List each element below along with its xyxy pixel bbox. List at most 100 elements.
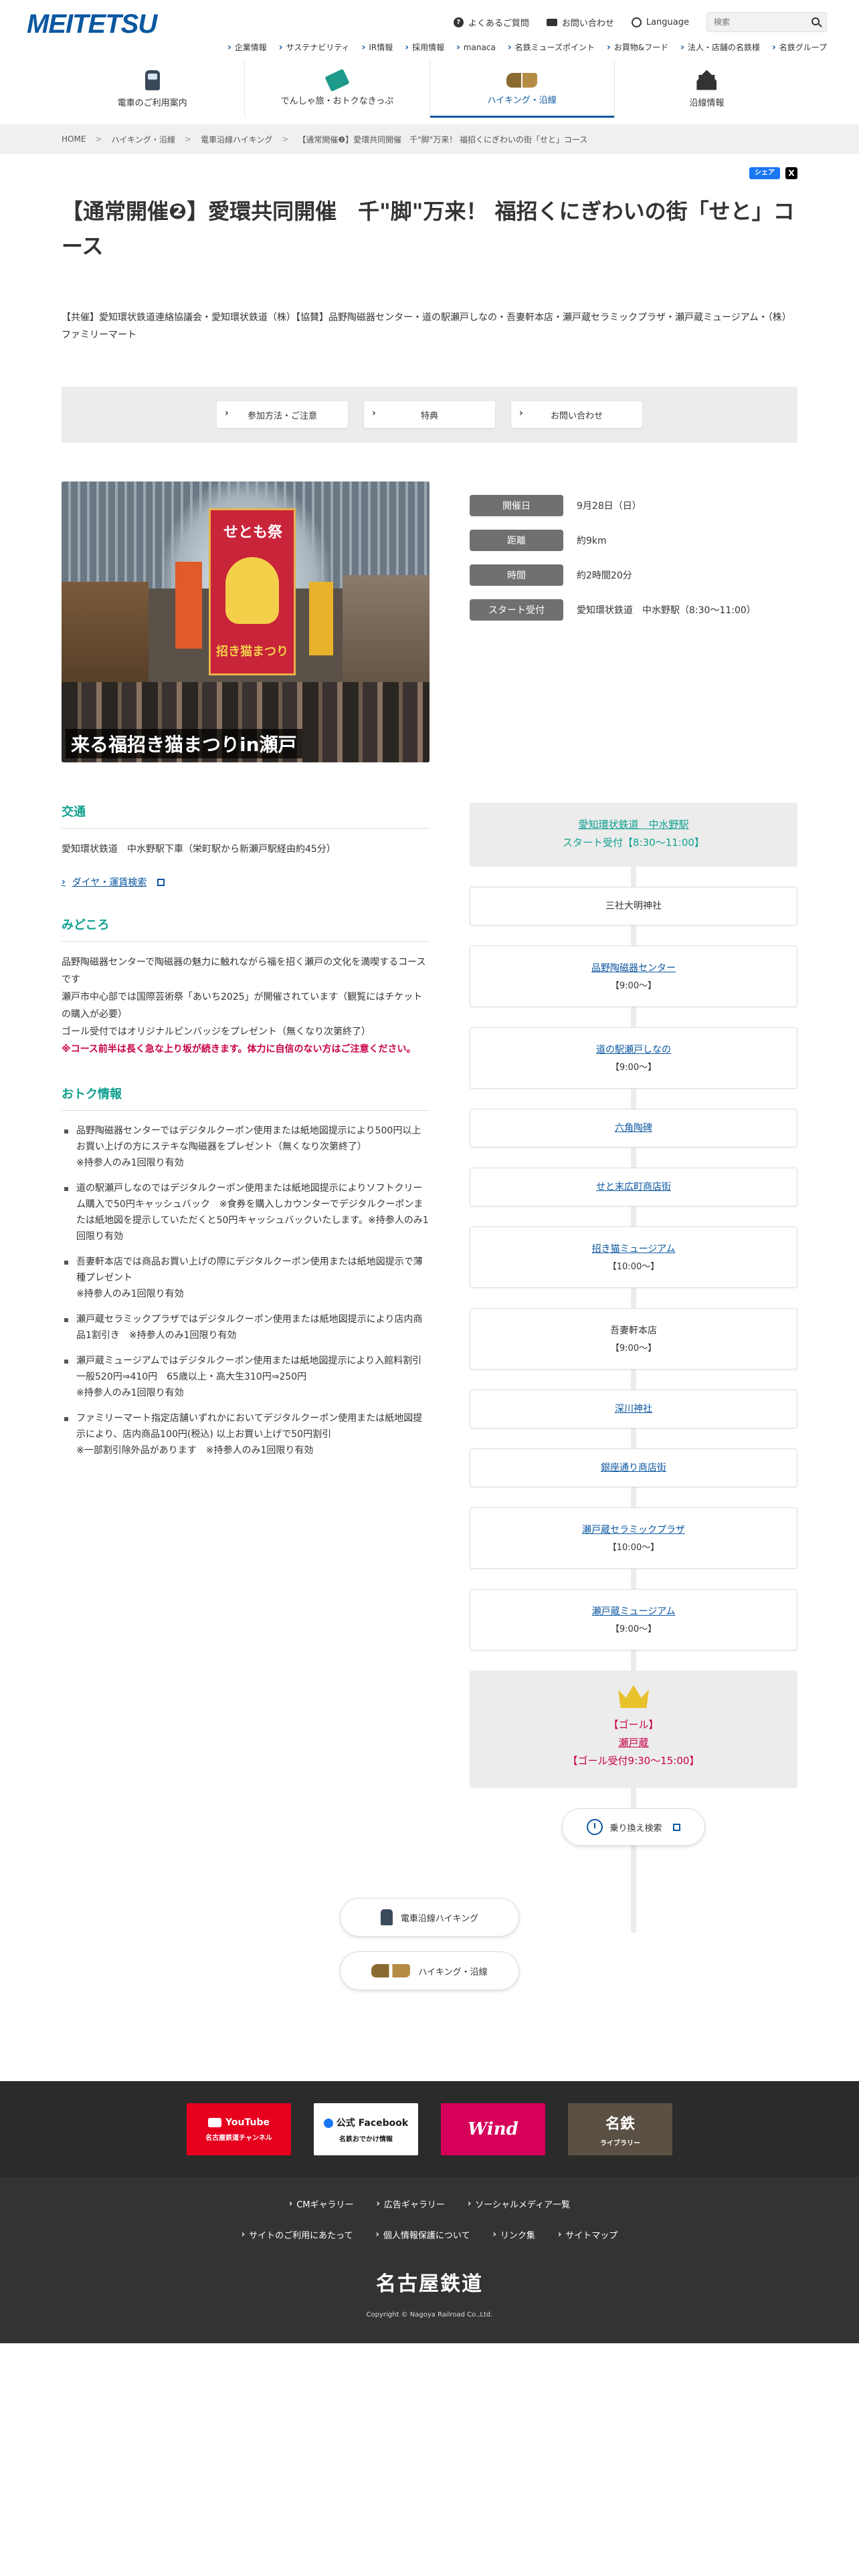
highlights-title: みどころ bbox=[62, 916, 430, 942]
library-banner[interactable]: 名鉄 ライブラリー bbox=[568, 2103, 672, 2155]
facebook-banner[interactable]: 公式 Facebook 名鉄おでかけ情報 bbox=[314, 2103, 418, 2155]
timetable-search-label: ダイヤ・運賃検索 bbox=[72, 877, 147, 888]
benefit-item: 道の駅瀬戸しなのではデジタルクーポン使用または紙地図提示によりソフトクリーム購入… bbox=[62, 1180, 430, 1245]
festival-flag bbox=[309, 582, 333, 655]
benefits-section: おトク情報 品野陶磁器センターではデジタルクーポン使用または紙地図提示により50… bbox=[62, 1085, 430, 1459]
youtube-banner-sub: 名古屋鉄道チャンネル bbox=[205, 2134, 272, 2142]
info-row-distance: 距離 約9km bbox=[470, 527, 797, 554]
sub-nav-group[interactable]: 名鉄グループ bbox=[772, 41, 827, 53]
globe-icon bbox=[631, 17, 642, 27]
highlight-line: ゴール受付ではオリジナルピンバッジをプレゼント（無くなり次第終了） bbox=[62, 1027, 371, 1037]
facebook-banner-title: 公式 Facebook bbox=[323, 2116, 408, 2129]
youtube-banner[interactable]: YouTube 名古屋鉄道チャンネル bbox=[187, 2103, 291, 2155]
anchor-contact[interactable]: お問い合わせ bbox=[511, 401, 642, 428]
transfer-search-button[interactable]: 乗り換え検索 bbox=[562, 1808, 705, 1846]
search-icon[interactable] bbox=[812, 17, 820, 25]
sub-nav-sustainability[interactable]: サステナビリティ bbox=[279, 41, 350, 53]
hiking-area-button[interactable]: ハイキング・沿線 bbox=[340, 1951, 519, 1990]
benefit-item: 吾妻軒本店では商品お買い上げの際にデジタルクーポン使用または紙地図提示で薄種プレ… bbox=[62, 1254, 430, 1302]
route-stop: 銀座通り商店街 bbox=[470, 1448, 797, 1487]
stop-time: 【9:00〜】 bbox=[610, 1063, 657, 1073]
facebook-share-button[interactable]: シェア bbox=[749, 167, 780, 179]
stop-name: 吾妻軒本店 bbox=[610, 1325, 657, 1336]
footer-link-privacy[interactable]: 個人情報保護について bbox=[375, 2228, 470, 2241]
start-station-link[interactable]: 愛知環状鉄道 中水野駅 bbox=[578, 819, 688, 831]
footer-links-row-2: サイトのご利用にあたって 個人情報保護について リンク集 サイトマップ bbox=[0, 2228, 859, 2241]
nav-area-info[interactable]: 沿線情報 bbox=[615, 60, 799, 118]
stop-name-link[interactable]: せと末広町商店街 bbox=[596, 1182, 671, 1192]
info-value: 約9km bbox=[577, 536, 607, 546]
stop-name-link[interactable]: 銀座通り商店街 bbox=[601, 1463, 666, 1473]
footer-brand: 名古屋鉄道 bbox=[376, 2272, 483, 2296]
stop-name-link[interactable]: 六角陶碑 bbox=[615, 1123, 652, 1134]
info-row-date: 開催日 9月28日（日） bbox=[470, 492, 797, 519]
sub-nav-recruit[interactable]: 採用情報 bbox=[405, 41, 444, 53]
info-label: 距離 bbox=[470, 530, 563, 551]
footer-link-links[interactable]: リンク集 bbox=[492, 2228, 535, 2241]
stop-name-link[interactable]: 道の駅瀬戸しなの bbox=[596, 1045, 671, 1055]
anchor-participation[interactable]: 参加方法・ご注意 bbox=[217, 401, 348, 428]
faq-link[interactable]: ? よくあるご質問 bbox=[453, 16, 529, 29]
footer-banners: YouTube 名古屋鉄道チャンネル 公式 Facebook 名鉄おでかけ情報 … bbox=[0, 2081, 859, 2177]
footer-links-row-1: CMギャラリー 広告ギャラリー ソーシャルメディア一覧 bbox=[0, 2197, 859, 2210]
wind-banner[interactable]: Wind bbox=[441, 2103, 545, 2155]
info-value: 9月28日（日） bbox=[577, 501, 642, 512]
sub-nav-corporate-customers[interactable]: 法人・店舗の名鉄様 bbox=[680, 41, 760, 53]
youtube-banner-title: YouTube bbox=[208, 2117, 270, 2128]
breadcrumb-home[interactable]: HOME bbox=[62, 134, 86, 144]
contact-link[interactable]: お問い合わせ bbox=[546, 16, 614, 29]
slope-warning: ※コース前半は長く急な上り坂が続きます。体力に自信のない方はご注意ください。 bbox=[62, 1044, 416, 1055]
anchor-benefits[interactable]: 特典 bbox=[364, 401, 495, 428]
sub-nav-muse-point[interactable]: 名鉄ミューズポイント bbox=[508, 41, 595, 53]
info-label: スタート受付 bbox=[470, 599, 563, 621]
footer-link-social[interactable]: ソーシャルメディア一覧 bbox=[468, 2197, 570, 2210]
footer-link-cm[interactable]: CMギャラリー bbox=[289, 2197, 353, 2210]
language-link[interactable]: Language bbox=[631, 17, 689, 27]
train-hiking-button[interactable]: 電車沿線ハイキング bbox=[340, 1898, 519, 1937]
timetable-search-link[interactable]: ダイヤ・運賃検索 bbox=[62, 875, 430, 889]
facebook-banner-sub: 名鉄おでかけ情報 bbox=[339, 2135, 393, 2143]
benefit-item: 品野陶磁器センターではデジタルクーポン使用または紙地図提示により500円以上お買… bbox=[62, 1123, 430, 1171]
route-stop: 瀬戸蔵ミュージアム 【9:00〜】 bbox=[470, 1589, 797, 1650]
stop-name-link[interactable]: 瀬戸蔵セラミックプラザ bbox=[582, 1525, 685, 1535]
footer-link-ads[interactable]: 広告ギャラリー bbox=[377, 2197, 445, 2210]
info-label: 時間 bbox=[470, 564, 563, 586]
stop-time: 【10:00〜】 bbox=[607, 1543, 660, 1553]
stop-name: 三社大明神社 bbox=[605, 901, 662, 911]
facebook-share-label: シェア bbox=[755, 169, 775, 177]
nav-tickets[interactable]: でんしゃ旅・おトクなきっぷ bbox=[245, 60, 430, 118]
sub-nav-corporate[interactable]: 企業情報 bbox=[227, 41, 267, 53]
stop-name-link[interactable]: 招き猫ミュージアム bbox=[592, 1244, 676, 1255]
stop-name-link[interactable]: 深川神社 bbox=[615, 1404, 652, 1414]
stop-name-link[interactable]: 瀬戸蔵ミュージアム bbox=[592, 1606, 676, 1617]
footer-link-terms[interactable]: サイトのご利用にあたって bbox=[242, 2228, 353, 2241]
search-input[interactable] bbox=[707, 13, 807, 31]
youtube-label: YouTube bbox=[225, 2117, 270, 2128]
x-share-button[interactable]: X bbox=[785, 167, 797, 179]
nav-hiking-label: ハイキング・沿線 bbox=[487, 95, 557, 106]
nav-hiking[interactable]: ハイキング・沿線 bbox=[430, 60, 615, 118]
library-banner-title: 名鉄 bbox=[605, 2115, 635, 2133]
info-value: 愛知環状鉄道 中水野駅（8:30〜11:00） bbox=[577, 605, 756, 616]
info-row-time: 時間 約2時間20分 bbox=[470, 562, 797, 588]
site-header: MEITETSU ? よくあるご質問 お問い合わせ Language 企業情報 … bbox=[0, 0, 859, 122]
benefits-list: 品野陶磁器センターではデジタルクーポン使用または紙地図提示により500円以上お買… bbox=[62, 1123, 430, 1459]
footer-link-sitemap[interactable]: サイトマップ bbox=[558, 2228, 617, 2241]
route-stop: 三社大明神社 bbox=[470, 887, 797, 926]
nav-train-guide[interactable]: 電車のご利用案内 bbox=[60, 60, 246, 118]
route-stop: 品野陶磁器センター 【9:00〜】 bbox=[470, 946, 797, 1007]
sub-nav-shopping[interactable]: お買物&フード bbox=[607, 41, 668, 53]
sub-nav-manaca[interactable]: manaca bbox=[456, 41, 496, 53]
stop-time: 【9:00〜】 bbox=[610, 1624, 657, 1634]
goal-name-link[interactable]: 瀬戸蔵 bbox=[470, 1735, 797, 1749]
details-column: 交通 愛知環状鉄道 中水野駅下車（栄町駅から新瀬戸駅経由約45分） ダイヤ・運賃… bbox=[62, 802, 430, 1468]
hero-image: せとも祭 招き猫まつり 来る福招き猫まつりin瀬戸 bbox=[62, 481, 430, 762]
train-hiking-label: 電車沿線ハイキング bbox=[400, 1913, 479, 1924]
stop-name-link[interactable]: 品野陶磁器センター bbox=[591, 963, 676, 974]
route-stop: 招き猫ミュージアム 【10:00〜】 bbox=[470, 1226, 797, 1288]
meitetsu-logo[interactable]: MEITETSU bbox=[27, 9, 157, 44]
sub-nav-ir[interactable]: IR情報 bbox=[362, 41, 393, 53]
breadcrumb-hiking[interactable]: ハイキング・沿線 bbox=[111, 134, 175, 145]
breadcrumb-train-hiking[interactable]: 電車沿線ハイキング bbox=[201, 134, 272, 145]
banner-top-text: せとも祭 bbox=[223, 524, 282, 541]
